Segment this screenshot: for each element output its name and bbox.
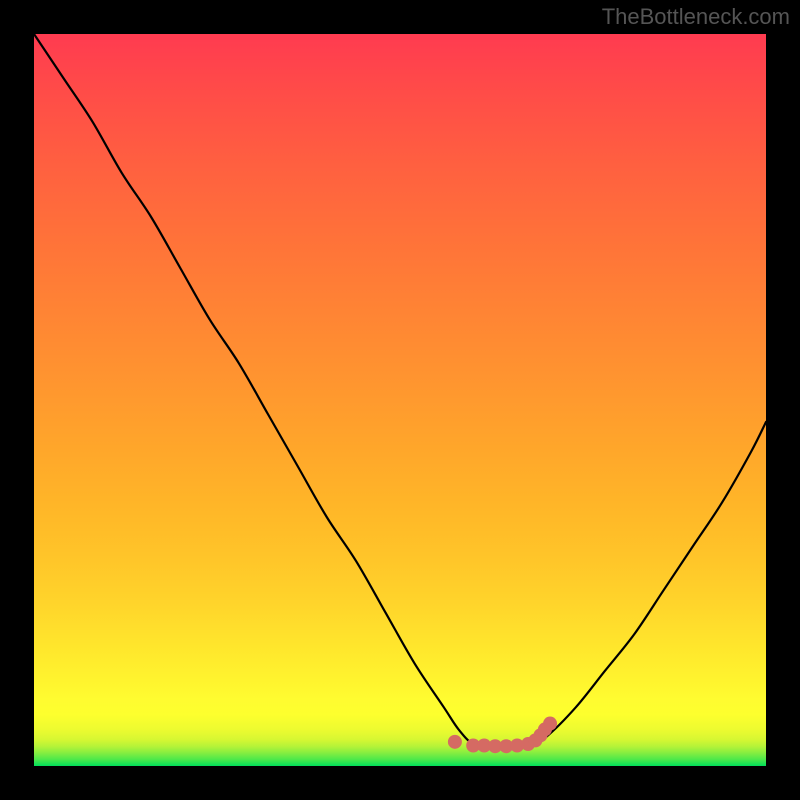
marker-dot (448, 735, 462, 749)
chart-container: TheBottleneck.com (0, 0, 800, 800)
curve-line (34, 34, 766, 746)
chart-svg (34, 34, 766, 766)
marker-dot (543, 717, 557, 731)
plot-area (34, 34, 766, 766)
watermark-text: TheBottleneck.com (602, 4, 790, 30)
